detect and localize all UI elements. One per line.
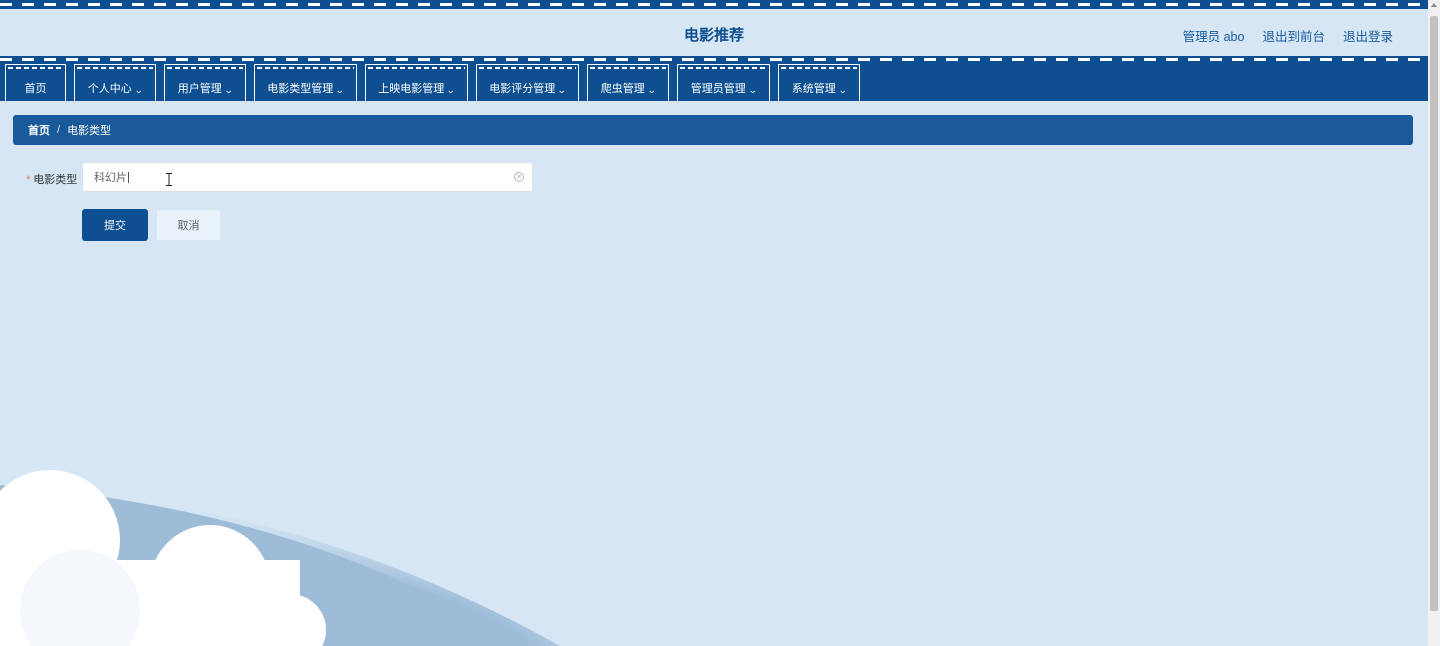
chevron-down-icon: ⌄: [837, 85, 848, 95]
nav-item-label: 上映电影管理: [378, 83, 445, 95]
main-nav: 首页 个人中心 ⌄ 用户管理 ⌄ 电影类型管理 ⌄ 上映电影管理 ⌄ 电影评分管理 ⌄ 爬…: [0, 56, 1428, 101]
text-cursor-icon: [166, 173, 172, 186]
nav-item-movie-type-management[interactable]: 电影类型管理 ⌄: [254, 64, 357, 101]
chevron-down-icon: ⌄: [335, 85, 345, 95]
chevron-down-icon: ⌄: [133, 85, 144, 95]
nav-item-label: 个人中心: [87, 83, 132, 95]
movie-type-input-value: 科幻片: [94, 172, 127, 184]
logout-link[interactable]: 退出登录: [1343, 26, 1393, 45]
nav-item-released-movie-management[interactable]: 上映电影管理 ⌄: [365, 64, 468, 101]
nav-item-label: 系统管理: [791, 83, 836, 95]
nav-item-label: 首页: [24, 83, 47, 95]
nav-item-label: 用户管理: [177, 83, 222, 95]
submit-button[interactable]: 提交: [82, 209, 148, 241]
required-mark: *: [26, 174, 31, 186]
scrollbar-thumb[interactable]: [1430, 16, 1438, 611]
breadcrumb-separator: /: [57, 124, 61, 136]
text-caret: [128, 171, 129, 183]
nav-item-crawler-management[interactable]: 爬虫管理 ⌄: [587, 64, 669, 101]
top-links: 管理员 abo 退出到前台 退出登录: [1183, 26, 1393, 45]
breadcrumb-home[interactable]: 首页: [28, 122, 50, 138]
nav-item-home[interactable]: 首页: [5, 64, 66, 101]
breadcrumb-current: 电影类型: [67, 125, 112, 137]
film-strip-decoration: [0, 0, 1428, 9]
vertical-scrollbar[interactable]: [1428, 0, 1440, 646]
back-to-frontend-link[interactable]: 退出到前台: [1262, 26, 1325, 45]
movie-type-input[interactable]: 科幻片 ✕: [82, 162, 533, 192]
nav-item-user-management[interactable]: 用户管理 ⌄: [164, 64, 246, 101]
nav-item-label: 爬虫管理: [600, 83, 645, 95]
movie-type-label: * 电影类型: [26, 171, 77, 187]
nav-items: 首页 个人中心 ⌄ 用户管理 ⌄ 电影类型管理 ⌄ 上映电影管理 ⌄ 电影评分管理 ⌄ 爬…: [5, 64, 860, 101]
breadcrumb: 首页 / 电影类型: [13, 115, 1413, 145]
chevron-down-icon: ⌄: [446, 85, 456, 95]
movie-type-label-text: 电影类型: [33, 174, 78, 186]
nav-item-movie-rating-management[interactable]: 电影评分管理 ⌄: [476, 64, 579, 101]
clear-icon[interactable]: ✕: [514, 172, 524, 182]
nav-item-label: 电影类型管理: [267, 83, 334, 95]
scroll-up-arrow-icon[interactable]: [1431, 3, 1437, 7]
nav-item-personal-center[interactable]: 个人中心 ⌄: [74, 64, 156, 101]
admin-label: 管理员 abo: [1182, 30, 1245, 44]
nav-item-admin-management[interactable]: 管理员管理 ⌄: [677, 64, 770, 101]
chevron-down-icon: ⌄: [557, 85, 567, 95]
cloud-decoration: [0, 470, 560, 646]
nav-item-label: 管理员管理: [690, 83, 746, 95]
nav-item-system-management[interactable]: 系统管理 ⌄: [778, 64, 860, 101]
nav-item-label: 电影评分管理: [489, 83, 556, 95]
chevron-down-icon: ⌄: [646, 85, 657, 95]
cancel-button[interactable]: 取消: [156, 209, 221, 241]
top-header: 电影推荐 管理员 abo 退出到前台 退出登录: [0, 0, 1428, 58]
chevron-down-icon: ⌄: [747, 85, 758, 95]
chevron-down-icon: ⌄: [223, 85, 234, 95]
